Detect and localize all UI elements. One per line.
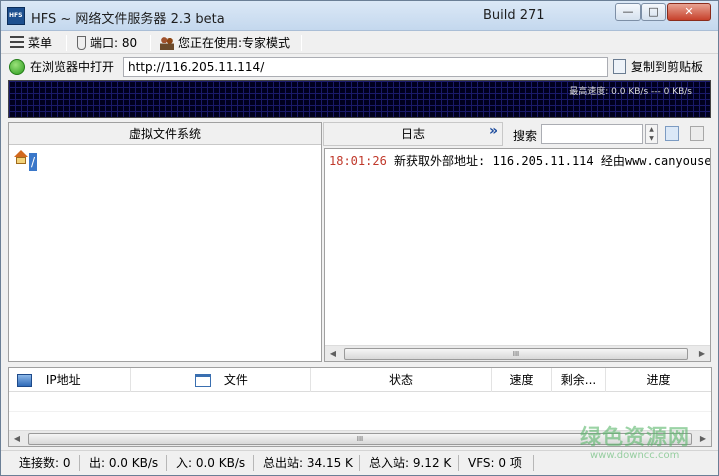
toolbar-separator xyxy=(301,35,302,51)
copy-log-icon[interactable] xyxy=(665,126,679,141)
status-bar: 连接数: 0 出: 0.0 KB/s 入: 0.0 KB/s 总出站: 34.1… xyxy=(1,450,718,475)
connections-header: IP地址 文件 状态 速度 剩余... 进度 xyxy=(9,368,711,392)
menu-label: 菜单 xyxy=(28,36,53,50)
column-progress[interactable]: 进度 xyxy=(606,368,711,392)
scroll-thumb[interactable]: III xyxy=(344,348,688,360)
column-remaining-label: 剩余... xyxy=(560,373,597,387)
status-separator xyxy=(79,455,80,471)
menu-button[interactable]: 菜单 xyxy=(10,34,52,52)
status-total-out: 总出站: 34.15 K xyxy=(263,456,353,470)
status-separator xyxy=(359,455,360,471)
log-horizontal-scrollbar[interactable]: ◀ III ▶ xyxy=(325,345,710,361)
home-icon xyxy=(14,150,28,164)
column-file[interactable]: 文件 xyxy=(131,368,311,392)
toolbar-separator xyxy=(66,35,67,51)
url-toolbar: 在浏览器中打开 http://116.205.11.114/ 复制到剪贴板 xyxy=(1,55,718,79)
log-header-bar: 日志 » 搜索 ▲ ▼ xyxy=(323,122,712,146)
url-field[interactable]: http://116.205.11.114/ xyxy=(123,57,608,77)
log-entry-text: 新获取外部地址: 116.205.11.114 经由www.canyouseem… xyxy=(386,154,711,168)
max-speed-label: 最高速度: 0.0 KB/s --- 0 KB/s xyxy=(569,87,692,97)
port-button[interactable]: 端口: 80 xyxy=(77,34,137,52)
search-spinner[interactable]: ▲ ▼ xyxy=(645,124,658,144)
log-output[interactable]: 18:01:26 新获取外部地址: 116.205.11.114 经由www.c… xyxy=(324,148,711,362)
maximize-button[interactable]: □ xyxy=(641,3,666,21)
column-progress-label: 进度 xyxy=(646,373,671,387)
minimize-button[interactable]: — xyxy=(615,3,641,21)
scroll-right-icon[interactable]: ▶ xyxy=(695,431,711,447)
hfs-window: HFS HFS ~ 网络文件服务器 2.3 beta Build 271 — □… xyxy=(0,0,719,476)
scroll-left-icon[interactable]: ◀ xyxy=(9,431,25,447)
close-button[interactable]: ✕ xyxy=(667,3,711,21)
log-entry-time: 18:01:26 xyxy=(329,154,387,168)
status-separator xyxy=(166,455,167,471)
log-panel: 日志 » 搜索 ▲ ▼ 18:01:26 新获取外部地址: 116.205.11.… xyxy=(323,122,712,362)
app-icon[interactable]: HFS xyxy=(7,7,25,25)
menu-icon xyxy=(10,36,24,50)
column-speed-label: 速度 xyxy=(509,373,534,387)
port-label: 端口: 80 xyxy=(90,36,138,50)
column-status-label: 状态 xyxy=(388,373,413,387)
status-total-in: 总入站: 9.12 K xyxy=(369,456,452,470)
status-connections: 连接数: 0 xyxy=(19,456,71,470)
column-ip[interactable]: IP地址 xyxy=(9,368,131,392)
table-row xyxy=(9,392,711,412)
bandwidth-graph[interactable]: 最高速度: 0.0 KB/s --- 0 KB/s xyxy=(8,80,711,118)
mode-button[interactable]: 您正在使用:专家模式 xyxy=(160,34,290,52)
log-entry: 18:01:26 新获取外部地址: 116.205.11.114 经由www.c… xyxy=(329,152,711,169)
title-bar: HFS HFS ~ 网络文件服务器 2.3 beta Build 271 — □… xyxy=(1,1,718,31)
scroll-left-icon[interactable]: ◀ xyxy=(325,346,341,361)
clipboard-icon xyxy=(613,59,626,74)
window-title: HFS ~ 网络文件服务器 2.3 beta xyxy=(31,12,225,27)
open-in-browser-button[interactable]: 在浏览器中打开 xyxy=(9,58,114,76)
log-title: 日志 xyxy=(323,122,503,146)
globe-icon xyxy=(9,59,25,75)
log-title-label: 日志 xyxy=(400,127,425,141)
search-input[interactable] xyxy=(541,124,643,144)
column-speed[interactable]: 速度 xyxy=(492,368,552,392)
column-remaining[interactable]: 剩余... xyxy=(552,368,606,392)
column-file-label: 文件 xyxy=(223,373,248,387)
scroll-thumb[interactable]: III xyxy=(28,433,692,445)
open-in-browser-label: 在浏览器中打开 xyxy=(30,60,115,74)
connections-table: IP地址 文件 状态 速度 剩余... 进度 ◀ III ▶ xyxy=(8,367,712,447)
clear-log-icon[interactable] xyxy=(690,126,704,141)
vfs-root-item[interactable]: / xyxy=(14,150,37,171)
status-separator xyxy=(458,455,459,471)
column-ip-label: IP地址 xyxy=(45,373,81,387)
vfs-header: 虚拟文件系统 xyxy=(9,123,321,145)
expand-log-icon[interactable]: » xyxy=(489,123,498,139)
file-icon xyxy=(195,374,211,387)
mode-label: 您正在使用:专家模式 xyxy=(178,36,291,50)
status-in-speed: 入: 0.0 KB/s xyxy=(176,456,246,470)
status-separator xyxy=(533,455,534,471)
copy-label: 复制到剪贴板 xyxy=(631,60,704,74)
table-row xyxy=(9,412,711,432)
toolbar-separator xyxy=(150,35,151,51)
plug-icon xyxy=(77,36,86,50)
network-icon xyxy=(17,374,32,387)
status-out-speed: 出: 0.0 KB/s xyxy=(89,456,159,470)
status-vfs-items: VFS: 0 项 xyxy=(468,456,522,470)
column-status[interactable]: 状态 xyxy=(311,368,492,392)
connections-horizontal-scrollbar[interactable]: ◀ III ▶ xyxy=(9,430,711,446)
app-icon-text: HFS xyxy=(9,12,23,19)
users-icon xyxy=(160,36,174,50)
scroll-right-icon[interactable]: ▶ xyxy=(694,346,710,361)
vfs-panel: 虚拟文件系统 / xyxy=(8,122,322,362)
vfs-root-label: / xyxy=(29,153,37,171)
main-toolbar: 菜单 端口: 80 您正在使用:专家模式 xyxy=(1,32,718,54)
copy-to-clipboard-button[interactable]: 复制到剪贴板 xyxy=(613,58,703,76)
build-label: Build 271 xyxy=(483,8,545,23)
status-separator xyxy=(253,455,254,471)
search-label: 搜索 xyxy=(513,129,538,143)
